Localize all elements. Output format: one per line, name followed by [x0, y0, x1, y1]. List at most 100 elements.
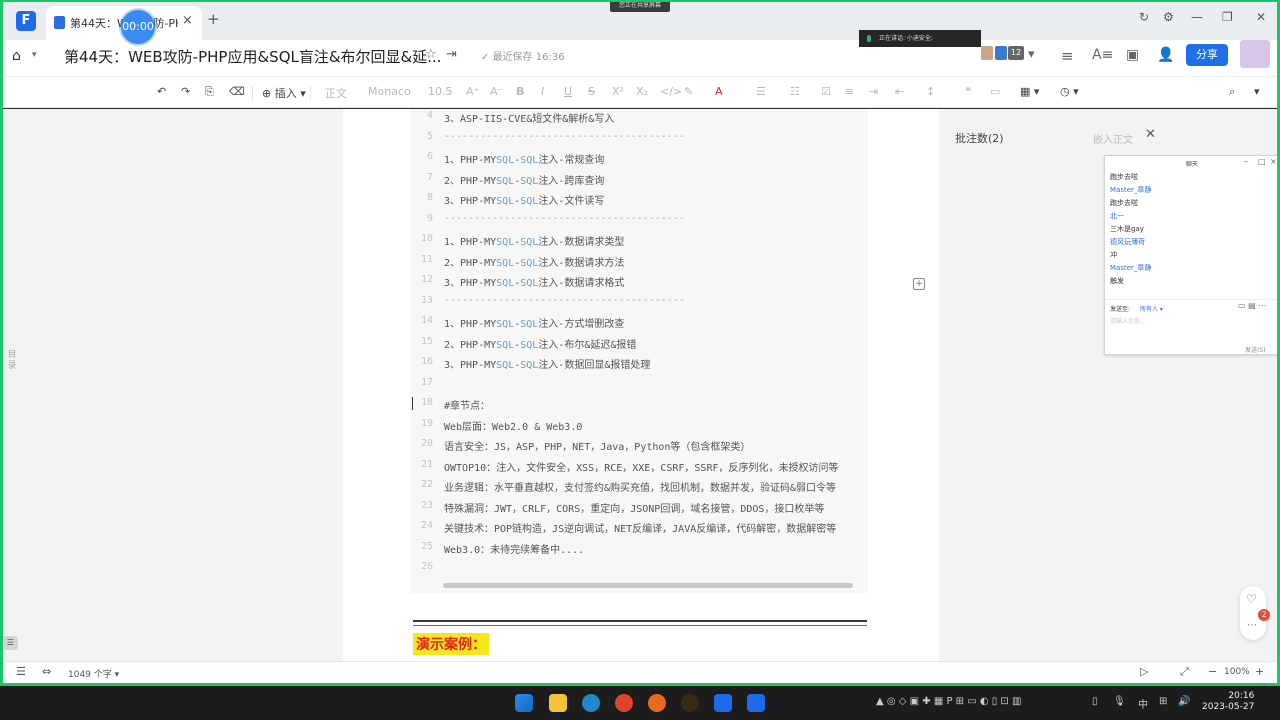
code-line[interactable]: 20 语言安全：JS，ASP，PHP，NET，Java，Python等（包含框架类… — [410, 438, 868, 458]
document-title[interactable]: 第44天：WEB攻防-PHP应用&SQL盲注&布尔回显&延... — [64, 46, 442, 67]
strikethrough-icon[interactable]: S — [588, 85, 595, 98]
format-painter-icon[interactable]: ⎘ — [205, 85, 214, 99]
edge-browser-icon[interactable] — [582, 694, 600, 712]
play-icon[interactable]: ▷ — [1140, 665, 1148, 678]
new-tab-button[interactable]: + — [207, 10, 220, 28]
underline-icon[interactable]: U — [564, 85, 572, 98]
settings-icon[interactable]: ⚙ — [1163, 10, 1174, 24]
refresh-icon[interactable]: ↻ — [1139, 10, 1149, 24]
volume-icon[interactable]: 🔊 — [1178, 696, 1190, 707]
code-line[interactable]: 22 业务逻辑：水平垂直越权，支付签约&购买充值，找回机制，数据并发，验证码&弱口… — [410, 479, 868, 499]
close-tab-icon[interactable]: × — [182, 13, 193, 28]
code-line[interactable]: 14 1、PHP-MYSQL-SQL注入-方式增删改查 — [410, 315, 868, 335]
maximize-icon[interactable]: ❐ — [1222, 10, 1233, 24]
quote-icon[interactable]: ❝ — [965, 85, 971, 98]
chat-input[interactable]: 请输入信息... — [1110, 316, 1146, 325]
tray-icons[interactable]: ▲ ◎ ◇ ▣ ✚ ▦ P ⊞ ▭ ◐ ▯ ⊡ ▥ — [876, 696, 1021, 707]
timer-icon[interactable]: ◷ ▾ — [1060, 85, 1079, 98]
bold-icon[interactable]: B — [516, 85, 524, 98]
font-color-icon[interactable]: A — [715, 85, 723, 98]
demo-heading[interactable]: 演示案例： — [413, 633, 489, 655]
subscript-icon[interactable]: X₂ — [636, 85, 648, 98]
code-line[interactable]: 7 2、PHP-MYSQL-SQL注入-跨库查询 — [410, 172, 868, 192]
menu-icon[interactable]: ≡ — [1061, 47, 1074, 65]
search-icon[interactable]: ⌕ — [1229, 85, 1235, 99]
code-line[interactable]: 16 3、PHP-MYSQL-SQL注入-数据回显&报错处理 — [410, 356, 868, 376]
avatar[interactable] — [995, 46, 1007, 60]
collaborator-count[interactable]: 12 — [1008, 46, 1024, 60]
close-icon[interactable]: ✕ — [1145, 127, 1156, 142]
help-float-panel[interactable]: ♡ 2 ⋯ — [1240, 586, 1270, 640]
code-line[interactable]: 17 — [410, 377, 868, 397]
code-line[interactable]: 4 3、ASP-IIS-CVE&短文件&解析&写入 — [410, 110, 868, 130]
zoom-out-icon[interactable]: − — [1208, 665, 1217, 678]
outdent-icon[interactable]: ⇤ — [895, 85, 904, 98]
ime-indicator[interactable]: 中 — [1138, 696, 1148, 711]
chat-tools[interactable]: ▭ ▤ ⋯ — [1238, 301, 1266, 310]
zoom-in-icon[interactable]: + — [1255, 665, 1264, 678]
zoom-level[interactable]: 100% — [1224, 667, 1250, 677]
code-line[interactable]: 12 3、PHP-MYSQL-SQL注入-数据请求格式 — [410, 274, 868, 294]
app-icon[interactable] — [681, 694, 699, 712]
insert-into-text-button[interactable]: 嵌入正文 — [1093, 131, 1133, 146]
code-line[interactable]: 5 ---------------------------------------… — [410, 131, 868, 151]
code-line[interactable]: 23 特殊漏洞：JWT，CRLF，CORS，重定向，JSONP回调，域名接管，DD… — [410, 500, 868, 520]
undo-icon[interactable]: ↶ — [157, 85, 166, 98]
eraser-icon[interactable]: ⌫ — [229, 85, 245, 98]
close-icon[interactable]: × — [1270, 157, 1277, 166]
recording-timer[interactable]: 00:00 — [121, 10, 155, 44]
chevron-down-icon[interactable]: ▾ — [32, 50, 37, 60]
highlight-icon[interactable]: ✎ — [684, 85, 693, 98]
firefox-icon[interactable] — [648, 694, 666, 712]
bullet-list-icon[interactable]: ☰ — [756, 85, 766, 98]
send-button[interactable]: 发送(S) — [1245, 345, 1266, 354]
code-line[interactable]: 11 2、PHP-MYSQL-SQL注入-数据请求方法 — [410, 254, 868, 274]
fullscreen-icon[interactable]: ⤢ — [1180, 665, 1189, 679]
share-button[interactable]: 分享 — [1186, 44, 1228, 66]
decrease-font-icon[interactable]: A⁻ — [490, 85, 503, 98]
code-line[interactable]: 19 Web层面：Web2.0 & Web3.0 — [410, 418, 868, 438]
code-line[interactable]: 6 1、PHP-MYSQL-SQL注入-常规查询 — [410, 151, 868, 171]
checklist-icon[interactable]: ☑ — [821, 85, 831, 98]
move-icon[interactable]: ⇥ — [446, 47, 457, 62]
more-icon[interactable]: ⋯ — [1247, 620, 1257, 631]
maximize-icon[interactable]: □ — [1258, 157, 1266, 166]
numbered-list-icon[interactable]: ☷ — [790, 85, 800, 98]
insert-button[interactable]: ⊕ 插入 ▾ — [262, 85, 306, 101]
chat-window[interactable]: 聊天 – □ × 跑步去啦 Master_章静 跑步去啦 北一 三木是gay 德风玩薄荷冲… — [1104, 155, 1280, 355]
code-block[interactable]: 4 3、ASP-IIS-CVE&短文件&解析&写入 5 ---------------… — [410, 109, 868, 593]
superscript-icon[interactable]: X² — [612, 85, 624, 98]
present-icon[interactable]: ▣ — [1126, 47, 1139, 63]
star-icon[interactable]: ☆ — [425, 47, 437, 62]
minimize-icon[interactable]: – — [1244, 157, 1248, 166]
horizontal-scrollbar[interactable] — [443, 583, 853, 588]
text-format-icon[interactable]: A≡ — [1092, 47, 1113, 63]
network-icon[interactable]: ⊞ — [1159, 696, 1167, 707]
chevron-down-icon[interactable]: ▾ — [1028, 47, 1035, 62]
page-width-icon[interactable]: ⇔ — [42, 665, 51, 678]
code-line[interactable]: 21 OWTOP10：注入，文件安全，XSS，RCE，XXE，CSRF，SSRF，… — [410, 459, 868, 479]
meeting-app-icon[interactable] — [747, 694, 765, 712]
outline-toggle-icon[interactable]: ☰ — [3, 636, 18, 650]
table-icon[interactable]: ▦ ▾ — [1020, 85, 1039, 98]
code-line[interactable]: 18 #章节点： — [410, 397, 868, 417]
add-user-icon[interactable]: 👤 — [1157, 47, 1174, 63]
code-line[interactable]: 24 关键技术：POP链构造，JS逆向调试，NET反编译，JAVA反编译，代码解密… — [410, 520, 868, 540]
outline-tab[interactable]: 目录 — [5, 350, 19, 372]
code-line[interactable]: 15 2、PHP-MYSQL-SQL注入-布尔&延迟&报错 — [410, 336, 868, 356]
battery-icon[interactable]: ▯ — [1092, 696, 1098, 707]
file-explorer-icon[interactable] — [549, 694, 567, 712]
code-line[interactable]: 10 1、PHP-MYSQL-SQL注入-数据请求类型 — [410, 233, 868, 253]
word-count[interactable]: 1049 个字 ▾ — [68, 667, 119, 680]
font-family-select[interactable]: Monaco — [368, 85, 411, 98]
microphone-icon[interactable]: 🎙 — [1113, 696, 1126, 707]
close-window-icon[interactable]: ✕ — [1256, 10, 1266, 24]
home-icon[interactable]: ⌂ — [12, 48, 21, 64]
align-icon[interactable]: ≡ — [845, 85, 854, 98]
indent-icon[interactable]: ⇥ — [869, 85, 878, 98]
chrome-icon[interactable] — [615, 694, 633, 712]
avatar[interactable] — [981, 46, 993, 60]
document-page[interactable]: 4 3、ASP-IIS-CVE&短文件&解析&写入 5 ---------------… — [343, 109, 939, 661]
app-logo-icon[interactable]: F — [16, 11, 36, 31]
code-line[interactable]: 9 ---------------------------------------… — [410, 213, 868, 233]
